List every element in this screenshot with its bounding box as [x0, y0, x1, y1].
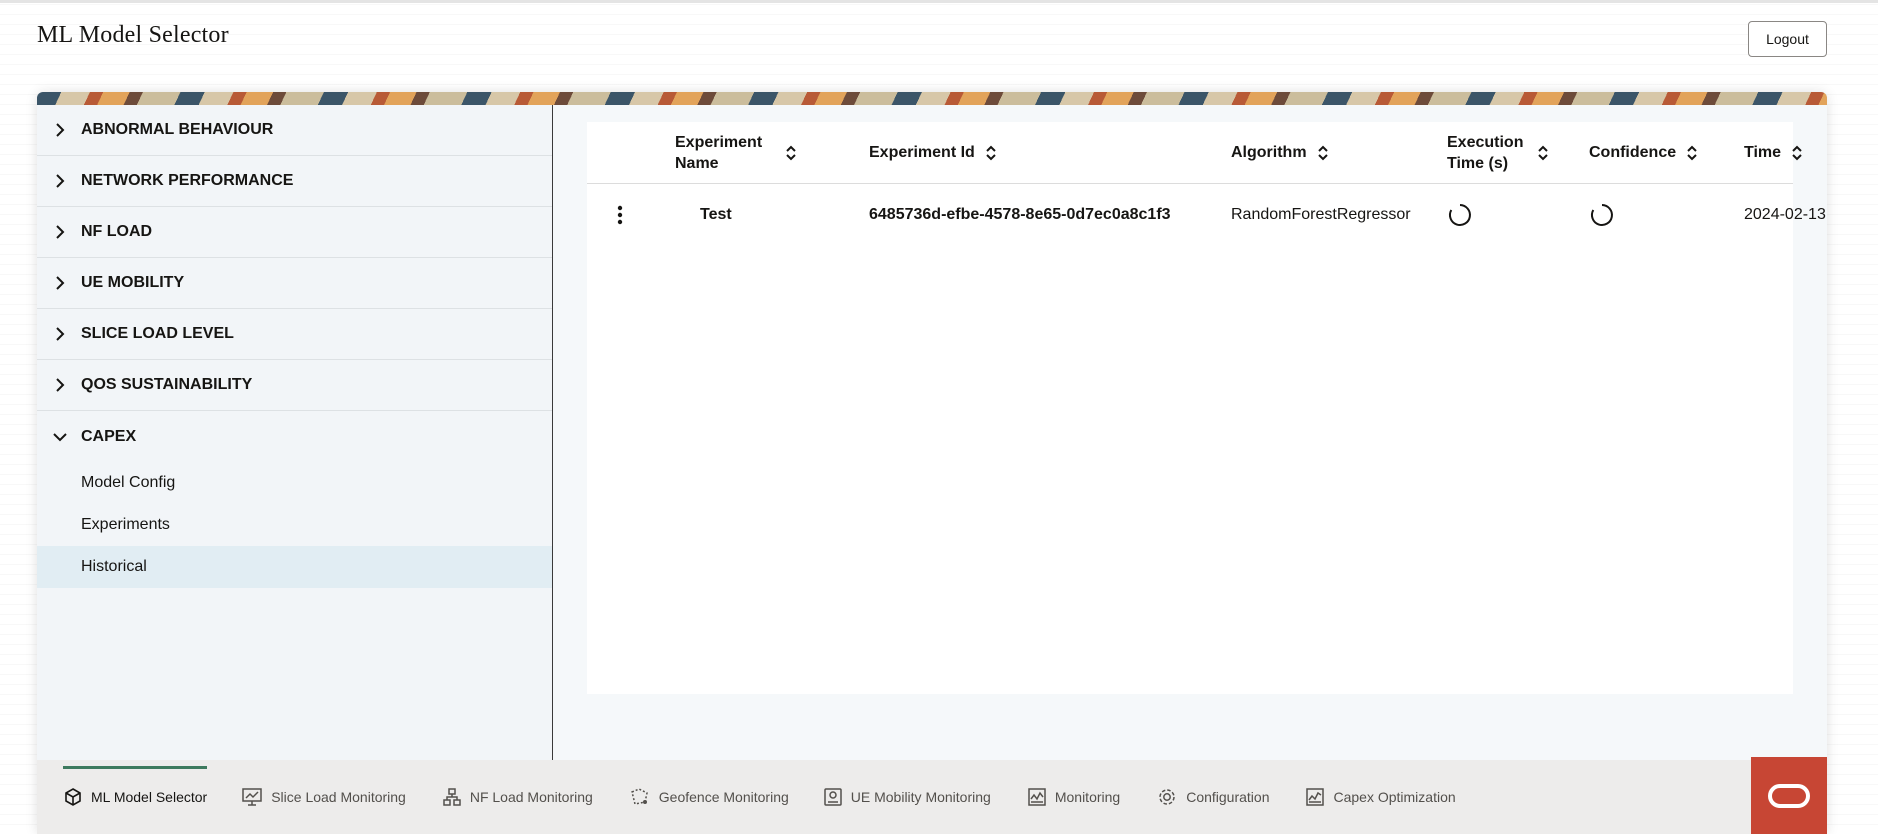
algorithm-cell: RandomForestRegressor	[1231, 206, 1411, 223]
tab-ue-mobility-monitoring[interactable]: UE Mobility Monitoring	[823, 760, 991, 834]
accordion-label: CAPEX	[81, 427, 137, 445]
column-header-experiment-id[interactable]: Experiment Id	[869, 122, 997, 183]
accordion-abnormal-behaviour[interactable]: ABNORMAL BEHAVIOUR	[37, 105, 552, 156]
column-header-execution-time[interactable]: Execution Time (s)	[1447, 122, 1549, 183]
row-actions-menu-icon[interactable]	[617, 184, 623, 246]
table-row[interactable]: Test 6485736d-efbe-4578-8e65-0d7ec0a8c1f…	[587, 184, 1826, 246]
geofence-icon	[629, 787, 651, 807]
tab-geofence-monitoring[interactable]: Geofence Monitoring	[629, 760, 789, 834]
tab-capex-optimization[interactable]: Capex Optimization	[1305, 760, 1456, 834]
network-hierarchy-icon	[442, 787, 462, 807]
sort-icon[interactable]	[1791, 145, 1803, 161]
loading-spinner-icon	[1589, 184, 1615, 246]
tab-label: Configuration	[1186, 789, 1270, 805]
sidebar-item-historical[interactable]: Historical	[37, 546, 552, 588]
sidebar: ABNORMAL BEHAVIOUR NETWORK PERFORMANCE N…	[37, 105, 553, 765]
column-header-label: Experiment Name	[675, 133, 763, 172]
sort-icon[interactable]	[985, 145, 997, 161]
gear-icon	[1156, 786, 1178, 808]
sort-icon[interactable]	[1686, 145, 1698, 161]
time-cell: 2024-02-13	[1744, 206, 1826, 223]
column-header-experiment-name[interactable]: Experiment Name	[675, 122, 815, 183]
chevron-down-icon	[53, 430, 67, 444]
chevron-right-icon	[53, 378, 67, 392]
main-panel: ABNORMAL BEHAVIOUR NETWORK PERFORMANCE N…	[37, 92, 1827, 834]
tab-label: Monitoring	[1054, 789, 1121, 805]
capex-chart-icon	[1305, 787, 1325, 807]
column-header-algorithm[interactable]: Algorithm	[1231, 122, 1329, 183]
accordion-label: QOS SUSTAINABILITY	[81, 376, 253, 393]
accordion-label: NF LOAD	[81, 223, 153, 240]
sort-icon[interactable]	[1317, 145, 1329, 161]
tab-nf-load-monitoring[interactable]: NF Load Monitoring	[442, 760, 593, 834]
bottom-navigation: ML Model Selector Slice Load Monitoring …	[37, 760, 1827, 834]
column-header-label: Time	[1744, 144, 1782, 161]
experiment-name-cell: Test	[700, 206, 732, 223]
tab-configuration[interactable]: Configuration	[1156, 760, 1269, 834]
tab-label: Capex Optimization	[1333, 789, 1456, 805]
column-header-label: Algorithm	[1231, 144, 1307, 161]
oracle-logo	[1751, 757, 1827, 834]
column-header-time[interactable]: Time	[1744, 122, 1803, 183]
loading-spinner-icon	[1447, 184, 1473, 246]
column-header-label: Execution Time (s)	[1447, 133, 1524, 172]
sidebar-item-experiments[interactable]: Experiments	[37, 504, 552, 546]
chevron-right-icon	[53, 225, 67, 239]
accordion-capex[interactable]: CAPEX	[37, 411, 552, 462]
table-header: Experiment Name Experiment Id Algorithm …	[587, 122, 1802, 184]
monitor-chart-icon	[241, 787, 263, 807]
sidebar-item-model-config[interactable]: Model Config	[37, 462, 552, 504]
accordion-network-performance[interactable]: NETWORK PERFORMANCE	[37, 156, 552, 207]
tab-label: UE Mobility Monitoring	[850, 789, 991, 805]
experiments-table: Experiment Name Experiment Id Algorithm …	[587, 122, 1826, 694]
column-header-label: Confidence	[1589, 144, 1677, 161]
decorative-banner	[37, 92, 1827, 105]
experiment-id-cell: 6485736d-efbe-4578-8e65-0d7ec0a8c1f3	[869, 206, 1171, 223]
device-icon	[823, 787, 843, 807]
accordion-label: SLICE LOAD LEVEL	[81, 325, 234, 342]
model-selector-icon	[63, 787, 83, 807]
accordion-label: NETWORK PERFORMANCE	[81, 172, 294, 189]
tab-ml-model-selector[interactable]: ML Model Selector	[63, 760, 208, 834]
tab-monitoring[interactable]: Monitoring	[1027, 760, 1120, 834]
accordion-label: ABNORMAL BEHAVIOUR	[81, 121, 274, 138]
accordion-label: UE MOBILITY	[81, 274, 185, 291]
top-divider	[0, 0, 1878, 3]
accordion-slice-load-level[interactable]: SLICE LOAD LEVEL	[37, 309, 552, 360]
activity-chart-icon	[1027, 787, 1047, 807]
tab-label: NF Load Monitoring	[469, 789, 593, 805]
tab-label: Geofence Monitoring	[658, 789, 789, 805]
chevron-right-icon	[53, 327, 67, 341]
oracle-logo-icon	[1768, 783, 1810, 808]
tab-label: Slice Load Monitoring	[271, 789, 406, 805]
chevron-right-icon	[53, 174, 67, 188]
accordion-nf-load[interactable]: NF LOAD	[37, 207, 552, 258]
accordion-ue-mobility[interactable]: UE MOBILITY	[37, 258, 552, 309]
chevron-right-icon	[53, 123, 67, 137]
tab-label: ML Model Selector	[91, 789, 208, 805]
sort-icon[interactable]	[1537, 145, 1549, 161]
column-header-confidence[interactable]: Confidence	[1589, 122, 1698, 183]
app-title: ML Model Selector	[37, 22, 229, 48]
sort-icon[interactable]	[785, 145, 797, 161]
tab-slice-load-monitoring[interactable]: Slice Load Monitoring	[241, 760, 406, 834]
logout-button[interactable]: Logout	[1748, 21, 1827, 57]
accordion-qos-sustainability[interactable]: QOS SUSTAINABILITY	[37, 360, 552, 411]
chevron-right-icon	[53, 276, 67, 290]
column-header-label: Experiment Id	[869, 144, 975, 161]
